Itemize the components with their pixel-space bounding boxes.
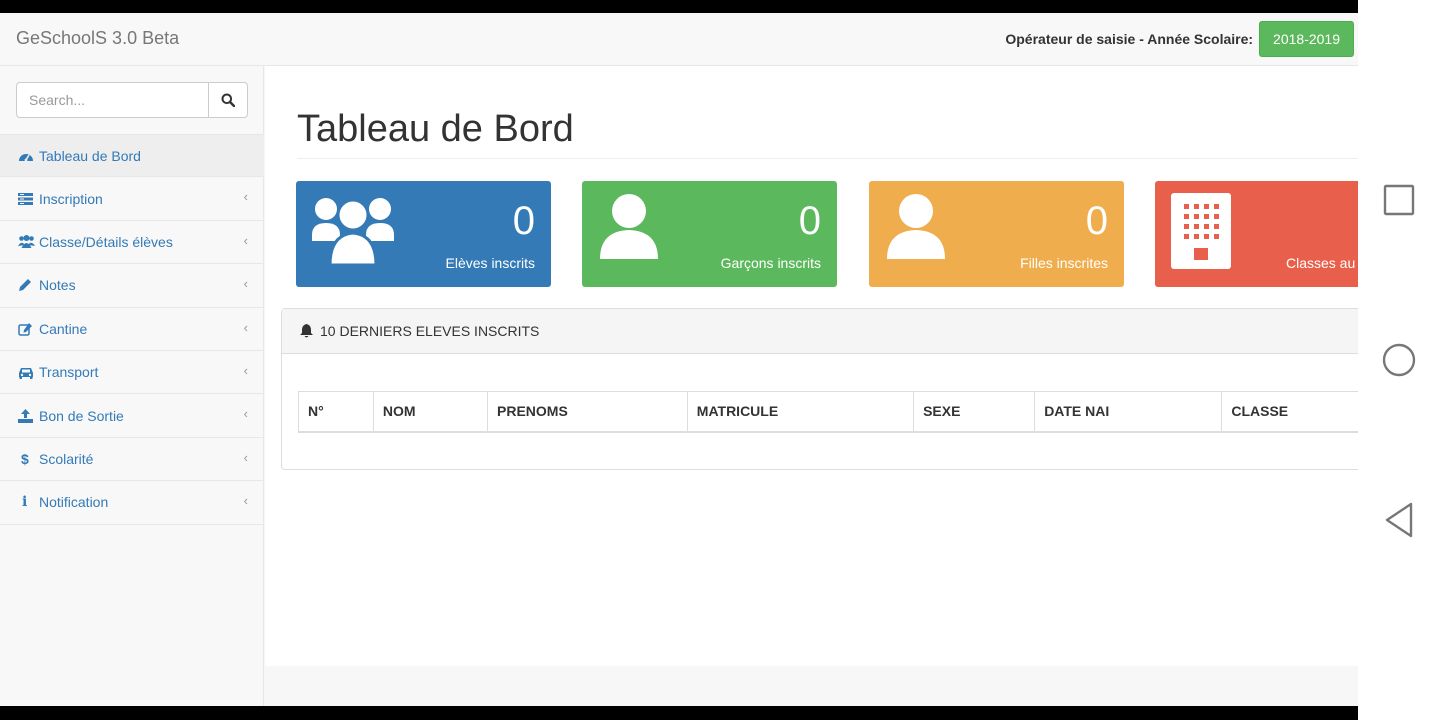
stat-count: 0 <box>512 199 535 243</box>
column-header-classe[interactable]: CLASSE <box>1221 391 1358 433</box>
sidebar-item-label: Scolarité <box>39 450 94 467</box>
stat-card-eleves[interactable]: 0 Elèves inscrits <box>296 181 551 287</box>
recent-apps-button[interactable] <box>1358 170 1440 230</box>
chevron-left-icon: ‹ <box>243 449 248 465</box>
sidebar-item-label: Transport <box>39 364 99 381</box>
status-bar <box>0 0 1440 13</box>
sidebar-item-label: Tableau de Bord <box>39 147 141 164</box>
column-header-nom[interactable]: NOM <box>372 391 489 433</box>
sidebar-item-inscription[interactable]: Inscription ‹ <box>0 177 264 221</box>
stat-label: Elèves inscrits <box>445 255 535 271</box>
triangle-back-icon <box>1385 502 1413 538</box>
page-title: Tableau de Bord <box>297 108 574 150</box>
circle-icon <box>1382 343 1416 377</box>
title-divider <box>297 158 1358 159</box>
chevron-left-icon: ‹ <box>243 362 248 378</box>
device-screen: GeSchoolS 3.0 Beta Opérateur de saisie -… <box>0 0 1440 720</box>
user-icon <box>598 193 660 264</box>
stat-label: Filles inscrites <box>1020 255 1108 271</box>
car-icon <box>18 366 38 379</box>
column-header-sexe[interactable]: SEXE <box>913 391 1036 433</box>
dollar-icon: $ <box>21 450 29 467</box>
column-header-matricule[interactable]: MATRICULE <box>686 391 915 433</box>
sidebar-item-bon-de-sortie[interactable]: Bon de Sortie ‹ <box>0 394 264 438</box>
sidebar-item-notes[interactable]: Notes ‹ <box>0 264 264 308</box>
list-icon <box>18 192 38 205</box>
stat-card-filles[interactable]: 0 Filles inscrites <box>869 181 1124 287</box>
users-icon <box>18 235 38 249</box>
search-button[interactable] <box>208 82 248 118</box>
android-navigation-bar <box>1358 0 1440 720</box>
sidebar-item-label: Classe/Détails élèves <box>39 233 173 250</box>
search-icon <box>221 93 235 107</box>
sidebar-item-notification[interactable]: i Notification ‹ <box>0 481 264 525</box>
column-header-prenoms[interactable]: PRENOMS <box>487 391 688 433</box>
square-icon <box>1383 184 1415 216</box>
chevron-left-icon: ‹ <box>243 493 248 509</box>
operator-label: Opérateur de saisie - Année Scolaire: <box>1005 31 1254 47</box>
sidebar-item-tableau-de-bord[interactable]: Tableau de Bord <box>0 134 264 178</box>
sidebar-menu: Tableau de Bord Inscription ‹ Classe/Dét… <box>0 134 264 525</box>
sidebar-item-transport[interactable]: Transport ‹ <box>0 351 264 395</box>
sidebar-item-label: Cantine <box>39 320 88 337</box>
sidebar-item-label: Inscription <box>39 190 103 207</box>
school-year-button[interactable]: 2018-2019 <box>1259 21 1354 57</box>
sidebar-item-label: Notes <box>39 277 76 294</box>
stat-card-garcons[interactable]: 0 Garçons inscrits <box>582 181 837 287</box>
students-table: N° NOM PRENOMS MATRICULE SEXE DATE NAI C… <box>298 391 1358 433</box>
recent-students-panel: 10 DERNIERS ELEVES INSCRITS N° NOM PRENO… <box>281 308 1358 470</box>
panel-title: 10 DERNIERS ELEVES INSCRITS <box>320 323 540 339</box>
chevron-left-icon: ‹ <box>243 232 248 248</box>
column-header-date-naissance[interactable]: DATE NAI <box>1034 391 1223 433</box>
user-icon <box>885 193 947 264</box>
main-content: Tableau de Bord 0 Elèves inscrits 0 Garç… <box>265 66 1358 666</box>
chevron-left-icon: ‹ <box>243 189 248 205</box>
stat-label: Garçons inscrits <box>720 255 821 271</box>
chevron-left-icon: ‹ <box>243 276 248 292</box>
brand-title[interactable]: GeSchoolS 3.0 Beta <box>16 28 179 49</box>
stat-count: 0 <box>1085 199 1108 243</box>
navbar-right: Opérateur de saisie - Année Scolaire: 20… <box>1005 21 1354 57</box>
panel-heading: 10 DERNIERS ELEVES INSCRITS <box>282 309 1358 354</box>
back-button[interactable] <box>1358 490 1440 550</box>
navbar: GeSchoolS 3.0 Beta Opérateur de saisie -… <box>0 13 1358 66</box>
sidebar-item-label: Bon de Sortie <box>39 407 124 424</box>
app-viewport: GeSchoolS 3.0 Beta Opérateur de saisie -… <box>0 13 1358 706</box>
home-button[interactable] <box>1358 330 1440 390</box>
upload-icon <box>18 408 38 423</box>
sidebar-item-classe-details[interactable]: Classe/Détails élèves ‹ <box>0 221 264 265</box>
bell-icon <box>300 324 313 338</box>
building-icon <box>1171 193 1231 274</box>
search-input[interactable] <box>16 82 208 118</box>
stat-count: 0 <box>798 199 821 243</box>
column-header-numero[interactable]: N° <box>298 391 374 433</box>
users-icon <box>312 193 394 274</box>
sidebar-item-label: Notification <box>39 494 109 511</box>
chevron-left-icon: ‹ <box>243 406 248 422</box>
info-icon: i <box>22 494 28 511</box>
edit-icon <box>18 322 38 336</box>
sidebar-item-scolarite[interactable]: $ Scolarité ‹ <box>0 438 264 482</box>
sidebar: Tableau de Bord Inscription ‹ Classe/Dét… <box>0 66 264 706</box>
sidebar-item-cantine[interactable]: Cantine ‹ <box>0 308 264 351</box>
stat-label: Classes au <box>1286 255 1356 271</box>
table-header-row: N° NOM PRENOMS MATRICULE SEXE DATE NAI C… <box>298 391 1358 433</box>
search-group <box>16 82 248 118</box>
dashboard-icon <box>18 149 38 163</box>
stat-card-classes[interactable]: 2 Classes au <box>1155 181 1358 287</box>
bottom-bar <box>0 706 1440 720</box>
chevron-left-icon: ‹ <box>243 319 248 335</box>
pencil-icon <box>18 278 38 292</box>
